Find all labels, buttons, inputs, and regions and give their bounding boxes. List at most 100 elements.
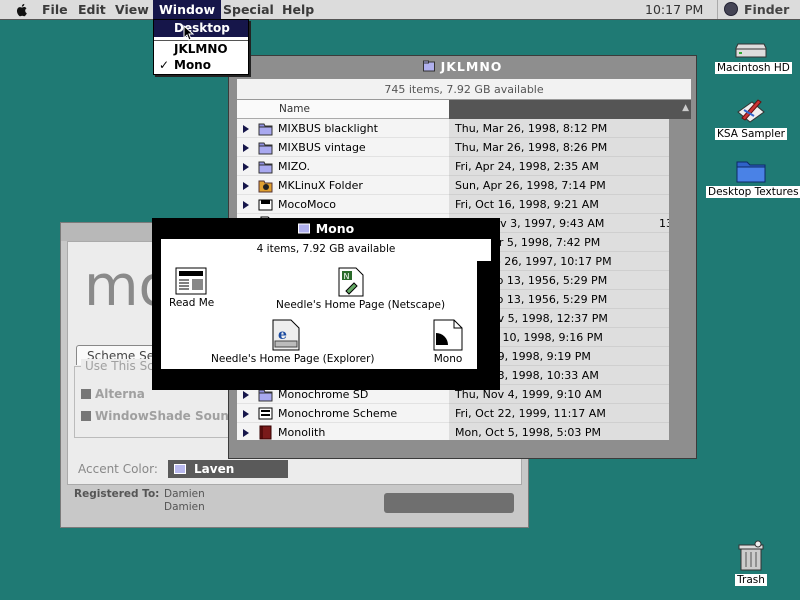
date-cell: Sun, Apr 26, 1998, 7:14 PM — [449, 176, 669, 195]
mono-info-bar: 4 items, 7.92 GB available — [256, 243, 396, 255]
netscape-doc-icon: N — [338, 267, 364, 297]
file-name: Monolith — [278, 426, 326, 439]
application-name: Finder — [744, 2, 790, 17]
table-row[interactable]: Monochrome Scheme Fri, Oct 22, 1999, 11:1… — [237, 404, 669, 423]
mono-file[interactable]: Mono — [425, 319, 471, 365]
registered-to-label: Registered To: — [74, 488, 160, 500]
apple-menu-icon[interactable] — [14, 2, 30, 18]
column-header-name[interactable]: Name — [237, 100, 449, 119]
explorer-home-page-file[interactable]: e Needle's Home Page (Explorer) — [211, 319, 375, 365]
explorer-home-page-label: Needle's Home Page (Explorer) — [211, 353, 375, 365]
date-cell: Fri, Oct 16, 1998, 9:21 AM — [449, 195, 669, 214]
checkmark-icon: ✓ — [159, 58, 170, 72]
table-row[interactable]: MocoMoco Fri, Oct 16, 1998, 9:21 AM — [237, 195, 669, 214]
disclosure-triangle-icon[interactable] — [243, 429, 249, 437]
desktop-icon-macintosh-hd[interactable]: Macintosh HD — [715, 40, 792, 74]
file-name: MIXBUS blacklight — [278, 122, 378, 135]
disclosure-triangle-icon[interactable] — [243, 125, 249, 133]
mono-title-bar[interactable]: Mono — [153, 219, 499, 239]
disclosure-triangle-icon[interactable] — [243, 391, 249, 399]
desktop-icon-ksa-sampler[interactable]: KSA Sampler — [713, 96, 789, 140]
menu-item-desktop[interactable]: Desktop — [154, 20, 248, 37]
registration-button[interactable] — [384, 493, 514, 513]
alternate-checkbox[interactable]: Alterna — [81, 387, 145, 401]
disclosure-triangle-icon[interactable] — [243, 163, 249, 171]
date-cell: Fri, Apr 24, 1998, 2:35 AM — [449, 157, 669, 176]
read-me-label: Read Me — [169, 297, 215, 309]
mono-window: Mono 4 items, 7.92 GB available Read Me … — [152, 218, 500, 390]
name-cell[interactable]: Monochrome Scheme — [237, 404, 449, 423]
table-row[interactable]: MIXBUS vintage Thu, Mar 26, 1998, 8:26 PM — [237, 138, 669, 157]
accent-color-popup[interactable]: Laven — [168, 460, 288, 478]
column-header-date[interactable]: ▲ — [449, 100, 691, 119]
desktop-icon-trash[interactable]: Trash — [728, 540, 774, 586]
file-name: MIXBUS vintage — [278, 141, 366, 154]
menu-item-jklmno-label: JKLMNO — [174, 42, 228, 56]
menu-item-mono[interactable]: ✓ Mono — [154, 57, 248, 74]
table-row[interactable]: MIXBUS blacklight Thu, Mar 26, 1998, 8:12… — [237, 119, 669, 138]
disk-icon — [258, 197, 273, 212]
desktop-icon-label: Trash — [735, 574, 767, 586]
disclosure-triangle-icon[interactable] — [243, 144, 249, 152]
registered-organization: Damien — [164, 501, 205, 513]
jklmno-title: JKLMNO — [440, 59, 503, 74]
folder-icon — [422, 60, 435, 72]
sort-direction-icon[interactable]: ▲ — [682, 103, 689, 113]
menu-help[interactable]: Help — [276, 0, 320, 19]
folder-icon — [297, 223, 310, 234]
vertical-scrollbar[interactable] — [669, 119, 691, 440]
menu-item-jklmno[interactable]: JKLMNO — [154, 41, 248, 58]
menu-edit[interactable]: Edit — [72, 0, 112, 19]
menu-view[interactable]: View — [109, 0, 155, 19]
mono-file-label: Mono — [433, 353, 463, 365]
size-cell: 132 — [659, 217, 669, 230]
registered-name: Damien — [164, 488, 205, 500]
date-cell: Thu, Mar 26, 1998, 8:26 PM — [449, 138, 669, 157]
name-cell[interactable]: MIXBUS vintage — [237, 138, 449, 157]
finder-icon — [724, 2, 738, 16]
folder-icon — [258, 140, 273, 155]
name-cell[interactable]: MKLinuX Folder — [237, 176, 449, 195]
table-row[interactable]: Monolith Mon, Oct 5, 1998, 5:03 PM — [237, 423, 669, 440]
name-cell[interactable]: MocoMoco — [237, 195, 449, 214]
trash-icon — [738, 540, 764, 571]
menu-special[interactable]: Special — [217, 0, 280, 19]
mono-horizontal-scrollbar[interactable] — [161, 369, 491, 383]
disclosure-triangle-icon[interactable] — [243, 182, 249, 190]
name-cell[interactable]: Monolith — [237, 423, 449, 440]
table-row[interactable]: MKLinuX Folder Sun, Apr 26, 1998, 7:14 PM — [237, 176, 669, 195]
name-cell[interactable]: MIXBUS blacklight — [237, 119, 449, 138]
alternate-checkbox-label: Alterna — [95, 387, 145, 401]
column-header-name-label: Name — [279, 103, 310, 115]
mono-content[interactable]: 4 items, 7.92 GB available Read Me N Nee… — [161, 239, 491, 369]
menu-file[interactable]: File — [36, 0, 74, 19]
jklmno-title-bar[interactable]: JKLMNO — [229, 56, 696, 78]
file-name: MIZO. — [278, 160, 310, 173]
scheme-icon — [258, 406, 273, 421]
date-cell: Mon, Oct 5, 1998, 5:03 PM — [449, 423, 669, 440]
hard-drive-icon — [735, 43, 767, 58]
desktop-icon-label: Macintosh HD — [715, 62, 792, 74]
explorer-doc-icon: e — [272, 319, 300, 351]
windowshade-sound-checkbox[interactable]: WindowShade Soun — [81, 409, 229, 423]
desktop-icon-desktop-textures[interactable]: Desktop Textures — [706, 156, 800, 198]
checkbox-box — [81, 389, 91, 399]
folder-icon — [258, 159, 273, 174]
menu-bar: File Edit View Window Special Help 10:17… — [0, 0, 800, 20]
name-cell[interactable]: MIZO. — [237, 157, 449, 176]
disclosure-triangle-icon[interactable] — [243, 410, 249, 418]
svg-text:N: N — [344, 272, 350, 281]
accent-color-swatch — [174, 464, 186, 474]
read-me-file[interactable]: Read Me — [169, 267, 215, 309]
menu-window[interactable]: Window — [153, 0, 222, 19]
checkbox-box — [81, 411, 91, 421]
file-name: Monochrome Scheme — [278, 407, 398, 420]
menu-clock[interactable]: 10:17 PM — [645, 0, 703, 19]
disclosure-triangle-icon[interactable] — [243, 201, 249, 209]
newspaper-icon — [175, 267, 207, 295]
mono-scrollbar[interactable] — [477, 261, 491, 369]
windowshade-sound-label: WindowShade Soun — [95, 409, 229, 423]
netscape-home-page-file[interactable]: N Needle's Home Page (Netscape) — [276, 267, 445, 311]
table-row[interactable]: MIZO. Fri, Apr 24, 1998, 2:35 AM — [237, 157, 669, 176]
application-menu[interactable]: Finder — [717, 0, 789, 19]
